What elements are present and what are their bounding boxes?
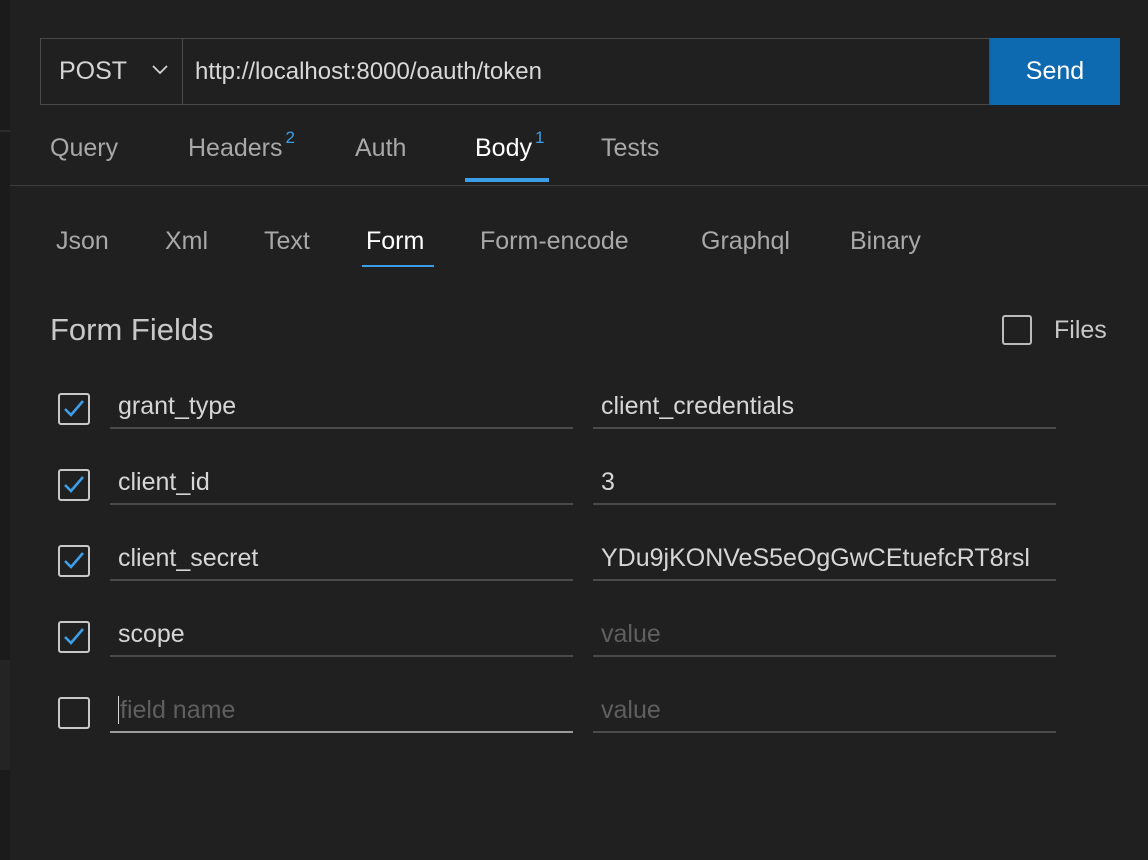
send-button[interactable]: Send [990,38,1120,105]
body-tab-form-encode[interactable]: Form-encode [480,227,629,256]
row-enabled-checkbox[interactable] [58,545,90,577]
field-value-input[interactable]: client_credentials [593,385,1056,429]
request-editor-panel: POST Send Query Headers2 Auth Body1 Test… [0,0,1148,860]
form-field-row: client_secret YDu9jKONVeS5eOgGwCEtuefcRT… [0,537,1148,607]
tab-label: Query [50,134,119,162]
checkmark-icon [64,400,84,417]
row-enabled-checkbox[interactable] [58,697,90,729]
form-field-row-new: field name value [0,689,1148,759]
body-type-tabs: Json Xml Text Form Form-encode Graphql B… [0,220,1148,270]
field-name-input[interactable]: field name [110,689,573,733]
body-tab-graphql[interactable]: Graphql [701,227,790,256]
files-toggle[interactable]: Files [1002,315,1107,345]
url-input[interactable] [195,57,977,86]
field-name-placeholder: field name [120,695,236,724]
field-value-input[interactable]: value [593,689,1056,733]
active-tab-indicator [465,178,549,182]
files-label: Files [1054,315,1107,344]
active-body-tab-indicator [362,265,434,267]
files-checkbox[interactable] [1002,315,1032,345]
field-name-input[interactable]: client_id [110,461,573,505]
method-value: POST [59,57,128,85]
field-name-input[interactable]: scope [110,613,573,657]
form-field-row: grant_type client_credentials [0,385,1148,455]
tab-label: Auth [355,134,407,162]
method-select[interactable]: POST [40,38,182,105]
tab-label: Tests [601,134,660,162]
body-count-badge: 1 [534,128,545,147]
body-tab-binary[interactable]: Binary [850,227,921,256]
tab-auth[interactable]: Auth [355,134,406,163]
tab-label: Headers [188,134,283,162]
tab-label: Body [475,134,532,162]
url-field [182,38,990,105]
form-fields-title: Form Fields [50,312,214,347]
tab-tests[interactable]: Tests [601,134,659,163]
request-bar: POST Send [40,38,1120,105]
tab-body[interactable]: Body 1 [475,128,544,163]
tab-query[interactable]: Query [50,134,118,163]
row-enabled-checkbox[interactable] [58,469,90,501]
text-caret [118,696,119,724]
headers-count-badge: 2 [285,128,295,147]
checkmark-icon [64,552,84,569]
field-name-input[interactable]: client_secret [110,537,573,581]
body-tab-xml[interactable]: Xml [165,227,208,256]
row-enabled-checkbox[interactable] [58,393,90,425]
row-enabled-checkbox[interactable] [58,621,90,653]
form-field-row: scope value [0,613,1148,683]
field-value-input[interactable]: 3 [593,461,1056,505]
body-tab-json[interactable]: Json [56,227,109,256]
body-tab-form[interactable]: Form [366,227,424,256]
tab-headers[interactable]: Headers 2 [188,128,295,163]
field-name-input[interactable]: grant_type [110,385,573,429]
form-field-row: client_id 3 [0,461,1148,531]
checkmark-icon [64,476,84,493]
checkmark-icon [64,628,84,645]
body-tab-text[interactable]: Text [264,227,310,256]
chevron-down-icon [150,57,170,86]
field-value-input[interactable]: value [593,613,1056,657]
field-value-input[interactable]: YDu9jKONVeS5eOgGwCEtuefcRT8rsl [593,537,1056,581]
main-tabs: Query Headers 2 Auth Body 1 Tests [10,120,1148,186]
